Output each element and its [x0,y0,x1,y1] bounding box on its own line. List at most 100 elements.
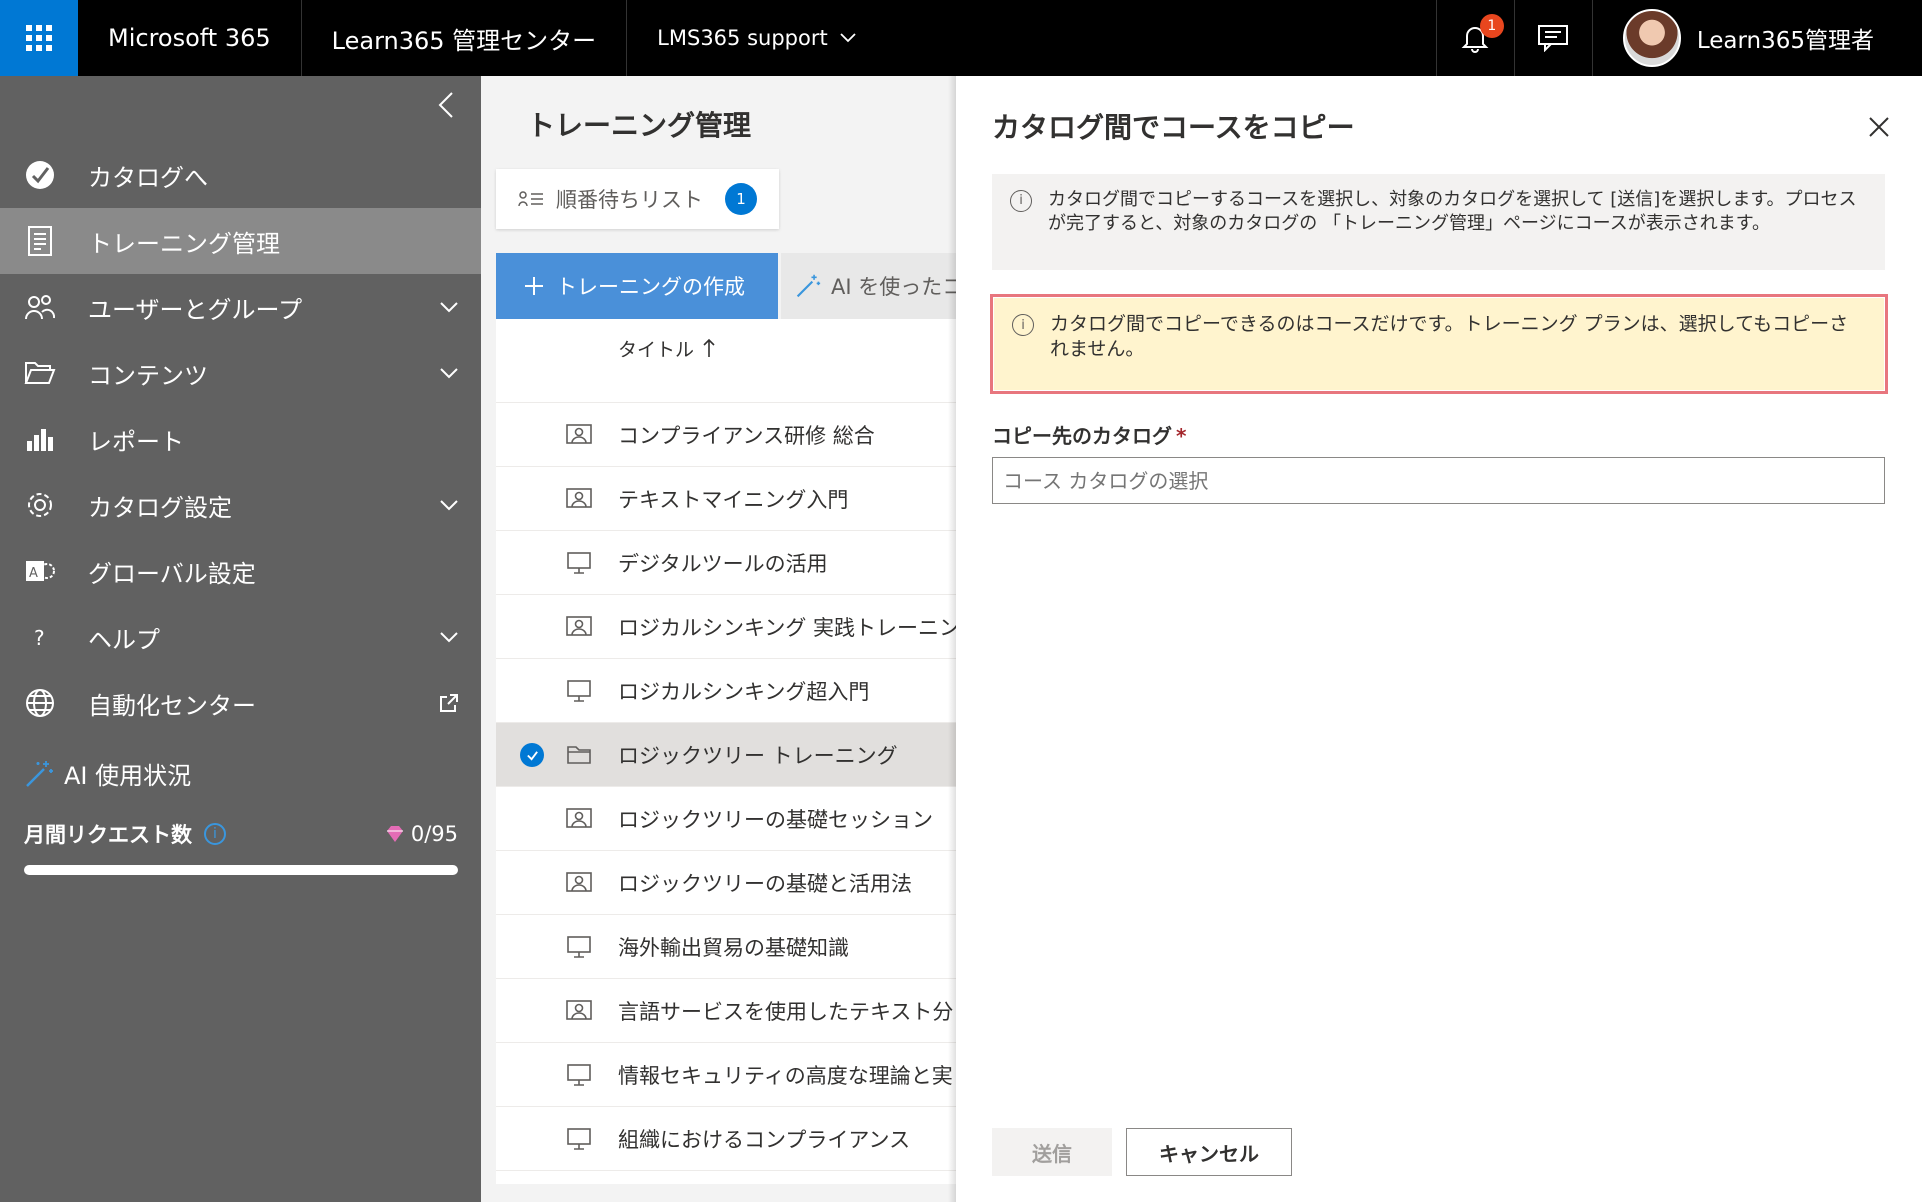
copy-course-panel: カタログ間でコースをコピー i カタログ間でコピーするコースを選択し、対象のカタ… [956,76,1922,1202]
list-item[interactable]: 情報セキュリティの高度な理論と実 [496,1043,966,1107]
list-item-title: ロジカルシンキング超入門 [618,679,870,704]
required-marker: * [1176,424,1187,448]
list-item[interactable] [496,377,966,403]
monitor-icon [566,551,592,575]
chevron-down-icon [840,33,856,43]
warning-message: i カタログ間でコピーできるのはコースだけです。トレーニング プランは、選択して… [994,298,1884,390]
list-item-title: テキストマイニング入門 [618,487,849,512]
waffle-icon [26,25,52,51]
chevron-down-icon [440,302,458,313]
collapse-sidebar-button[interactable] [429,88,463,122]
panel-shadow [948,76,956,1202]
sidebar-item-label: カタログ設定 [88,493,232,522]
list-icon [518,191,543,207]
cancel-button[interactable]: キャンセル [1126,1128,1292,1176]
top-bar: Microsoft 365 Learn365 管理センター LMS365 sup… [0,0,1922,76]
ai-usage-section: AI 使用状況 月間リクエスト数 i 0/95 [24,756,458,875]
sidebar-item-content[interactable]: コンテンツ [0,340,481,406]
list-item[interactable]: デジタルツールの活用 [496,531,966,595]
catalog-arrow-icon [20,155,60,195]
list-item-title: ロジックツリーの基礎と活用法 [618,871,912,896]
gear-icon [20,485,60,525]
feedback-button[interactable] [1513,0,1592,76]
usage-progress-bar [24,865,458,875]
monitor-icon [566,1127,592,1151]
training-list: タイトル コンプライアンス研修 総合 テキストマイニング入門 デジタルツールの活用ロ… [496,319,966,1184]
list-item[interactable]: ロジカルシンキング超入門 [496,659,966,723]
column-header-title[interactable]: タイトル [496,319,966,377]
monitor-icon [566,1063,592,1087]
external-link-icon [440,694,458,712]
magic-wand-icon [796,274,821,298]
sort-up-icon [703,338,715,357]
brand-name[interactable]: Microsoft 365 [78,0,302,76]
question-icon: ? [20,617,60,657]
list-item[interactable]: テキストマイニング入門 [496,467,966,531]
list-item[interactable]: 言語サービスを使用したテキスト分 [496,979,966,1043]
sidebar-item-catalog[interactable]: カタログへ [0,142,481,208]
list-item[interactable]: ロジックツリーの基礎と活用法 [496,851,966,915]
sidebar-item-users-groups[interactable]: ユーザーとグループ [0,274,481,340]
list-item[interactable]: 海外輸出貿易の基礎知識 [496,915,966,979]
ai-usage-title: AI 使用状況 [24,756,458,791]
sidebar-item-help[interactable]: ? ヘルプ [0,604,481,670]
sidebar-item-label: ヘルプ [88,625,160,654]
notification-badge: 1 [1479,14,1504,38]
chevron-down-icon [440,500,458,511]
submit-button[interactable]: 送信 [992,1128,1112,1176]
user-menu[interactable]: Learn365管理者 [1591,0,1922,76]
list-item[interactable]: ロジックツリー トレーニング [496,723,966,787]
queue-list-label: 順番待ちリスト [556,188,703,212]
list-item[interactable]: ロジカルシンキング 実践トレーニン [496,595,966,659]
panel-title: カタログ間でコースをコピー [992,111,1355,144]
chevron-down-icon [440,368,458,379]
classroom-icon [566,423,592,447]
chevron-down-icon [440,632,458,643]
avatar [1622,9,1681,67]
info-message-text: カタログ間でコピーするコースを選択し、対象のカタログを選択して [送信]を選択し… [1048,189,1857,234]
sidebar-item-label: レポート [88,427,184,456]
app-title[interactable]: Learn365 管理センター [302,0,628,76]
ai-create-course-label: AI を使ったコ [831,275,964,299]
sidebar-item-label: ユーザーとグループ [88,295,303,324]
globe-icon [20,683,60,723]
list-item-title: 組織におけるコンプライアンス [618,1127,911,1152]
info-icon[interactable]: i [204,823,226,845]
checkmark-icon[interactable] [520,743,544,767]
info-message: i カタログ間でコピーするコースを選択し、対象のカタログを選択して [送信]を選… [992,174,1885,270]
app-launcher-button[interactable] [0,0,78,76]
list-item[interactable]: コンプライアンス研修 総合 [496,403,966,467]
list-item-title: 海外輸出貿易の基礎知識 [618,935,849,960]
org-selector[interactable]: LMS365 support [627,0,886,76]
sidebar-item-automation-center[interactable]: 自動化センター [0,670,481,736]
feedback-icon [1538,25,1569,52]
close-icon[interactable] [1866,114,1892,140]
create-training-label: トレーニングの作成 [556,275,745,299]
sidebar-item-label: コンテンツ [88,361,208,390]
folder-open-icon [20,353,60,393]
classroom-icon [566,487,592,511]
classroom-icon [566,999,592,1023]
ai-usage-title-text: AI 使用状況 [64,762,192,790]
page-title: トレーニング管理 [527,109,752,142]
sidebar-item-reports[interactable]: レポート [0,406,481,472]
gem-icon [386,826,403,842]
chevron-left-icon [438,92,453,118]
monthly-requests-label: 月間リクエスト数 [24,823,192,847]
monitor-icon [566,935,592,959]
list-body: コンプライアンス研修 総合 テキストマイニング入門 デジタルツールの活用 ロジカルシン… [496,403,966,1171]
monthly-requests-value: 0/95 [410,822,458,846]
plus-icon [525,277,543,295]
target-catalog-select[interactable] [992,457,1885,504]
sidebar-item-catalog-settings[interactable]: カタログ設定 [0,472,481,538]
queue-list-tab[interactable]: 順番待ちリスト 1 [496,169,779,229]
sidebar-nav: カタログへ トレーニング管理 ユーザーとグループ コンテンツ レポート カタログ… [0,142,481,736]
target-catalog-label: コピー先のカタログ * [992,420,1186,449]
create-training-button[interactable]: トレーニングの作成 [496,253,778,319]
notifications-button[interactable]: 1 [1435,0,1514,76]
list-item[interactable]: 組織におけるコンプライアンス [496,1107,966,1171]
list-item[interactable]: ロジックツリーの基礎セッション [496,787,966,851]
sidebar-item-label: カタログへ [88,163,208,192]
sidebar-item-training[interactable]: トレーニング管理 [0,208,481,274]
sidebar-item-global-settings[interactable]: A グローバル設定 [0,538,481,604]
